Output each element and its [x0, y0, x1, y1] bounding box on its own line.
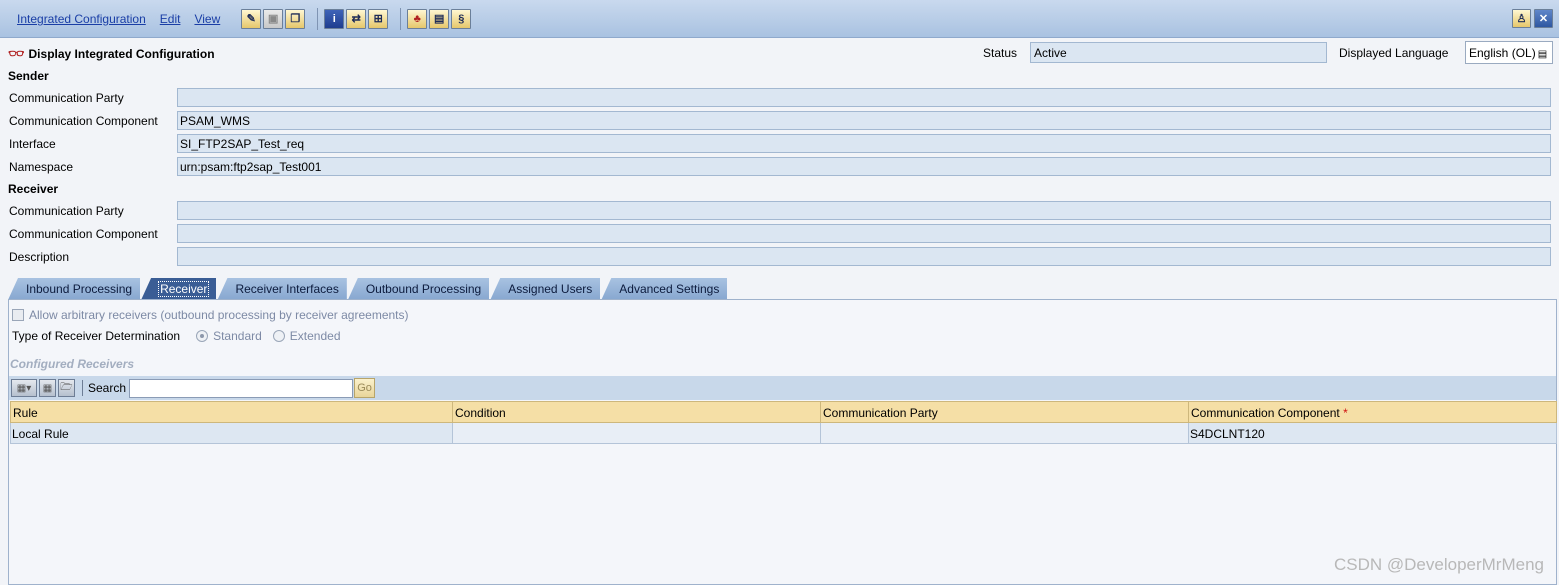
grid-toolbar: ▦▾ ▦ 🗁︎ Search Go: [9, 376, 1556, 400]
rule-cell[interactable]: Local Rule: [10, 422, 453, 444]
configured-receivers-table: Rule Condition Communication Party Commu…: [10, 401, 1557, 444]
search-label: Search: [88, 381, 127, 395]
extended-radio[interactable]: [272, 330, 285, 342]
menu-edit[interactable]: Edit: [160, 12, 181, 26]
watermark: CSDN @DeveloperMrMeng: [1334, 555, 1544, 574]
description-row: Description: [9, 246, 1551, 267]
save-icon[interactable]: ▣: [263, 8, 284, 29]
sender-party-field[interactable]: [177, 88, 1551, 107]
configured-receivers-title: Configured Receivers: [10, 357, 135, 371]
window-controls: ♙ ✕: [1512, 9, 1555, 28]
insert-row-icon[interactable]: ▦▾: [11, 379, 37, 397]
toolbar-group-edit: ✎ ▣ ❐: [241, 8, 307, 29]
receiver-tab-panel: Allow arbitrary receivers (outbound proc…: [8, 299, 1557, 585]
page-title: 👓︎ Display Integrated Configuration: [8, 46, 215, 62]
tab-strip: Inbound Processing Receiver Receiver Int…: [8, 278, 728, 300]
delete-row-icon[interactable]: ▦: [39, 379, 56, 397]
main-menu: Integrated Configuration Edit View: [10, 12, 227, 26]
column-header-communication-component[interactable]: Communication Component *: [1188, 401, 1557, 423]
party-cell[interactable]: [820, 422, 1189, 444]
field-label: Communication Component: [9, 113, 158, 128]
toolbar-separator: [317, 7, 319, 30]
history-icon[interactable]: §: [451, 8, 472, 29]
menu-integrated-configuration[interactable]: Integrated Configuration: [17, 12, 146, 26]
table-header-row: Rule Condition Communication Party Commu…: [10, 401, 1557, 423]
column-header-condition[interactable]: Condition: [452, 401, 821, 423]
receiver-component-row: Communication Component: [9, 223, 1551, 244]
sender-heading: Sender: [8, 69, 49, 83]
go-button[interactable]: Go: [354, 378, 376, 398]
determination-type-row: Type of Receiver Determination Standard …: [12, 329, 341, 343]
tab-assigned-users[interactable]: Assigned Users: [490, 278, 601, 300]
language-select[interactable]: English (OL) ▤: [1465, 41, 1553, 64]
sender-namespace-field[interactable]: urn:psam:ftp2sap_Test001: [177, 157, 1551, 176]
sender-interface-row: Interface SI_FTP2SAP_Test_req: [9, 133, 1551, 154]
field-label: Communication Party: [9, 90, 124, 105]
display-glasses-icon: 👓︎: [8, 46, 25, 61]
page-title-text: Display Integrated Configuration: [28, 47, 215, 61]
tab-advanced-settings[interactable]: Advanced Settings: [601, 278, 728, 300]
receiver-party-row: Communication Party: [9, 200, 1551, 221]
main-panel: 👓︎ Display Integrated Configuration Stat…: [0, 38, 1559, 585]
dropdown-icon: ▤: [1537, 49, 1548, 60]
allow-arbitrary-receivers-row: Allow arbitrary receivers (outbound proc…: [12, 308, 409, 322]
field-label: Description: [9, 249, 70, 264]
language-value: English (OL): [1469, 46, 1536, 60]
allow-arbitrary-label: Allow arbitrary receivers (outbound proc…: [29, 308, 409, 322]
field-label: Communication Party: [9, 203, 124, 218]
required-marker: *: [1343, 406, 1348, 420]
column-header-rule[interactable]: Rule: [10, 401, 453, 423]
status-field: Active: [1030, 42, 1327, 63]
tab-receiver[interactable]: Receiver: [141, 278, 217, 300]
edit-pencil-icon[interactable]: ✎: [241, 8, 262, 29]
hierarchy-icon[interactable]: ⊞: [368, 8, 389, 29]
toolbar-separator: [400, 7, 402, 30]
toolbar-separator: [82, 380, 83, 396]
status-label: Status: [983, 46, 1018, 60]
sender-interface-field[interactable]: SI_FTP2SAP_Test_req: [177, 134, 1551, 153]
sender-namespace-row: Namespace urn:psam:ftp2sap_Test001: [9, 156, 1551, 177]
open-folder-icon[interactable]: 🗁︎: [58, 379, 75, 397]
standard-radio[interactable]: [196, 330, 209, 342]
sender-component-field[interactable]: PSAM_WMS: [177, 111, 1551, 130]
menu-bar: Integrated Configuration Edit View ✎ ▣ ❐…: [0, 0, 1559, 38]
where-used-icon[interactable]: ⇄: [346, 8, 367, 29]
search-input[interactable]: [129, 378, 354, 398]
determination-label: Type of Receiver Determination: [12, 329, 181, 343]
component-cell[interactable]: S4DCLNT120: [1188, 422, 1557, 444]
field-label: Interface: [9, 136, 56, 151]
standard-label: Standard: [213, 329, 262, 343]
allow-arbitrary-checkbox[interactable]: [12, 309, 24, 321]
table-row[interactable]: Local Rule S4DCLNT120: [10, 422, 1557, 444]
info-icon[interactable]: i: [324, 8, 345, 29]
pin-icon[interactable]: ♙: [1512, 9, 1531, 28]
description-field[interactable]: [177, 247, 1551, 266]
tab-receiver-interfaces[interactable]: Receiver Interfaces: [217, 278, 347, 300]
field-label: Namespace: [9, 159, 74, 174]
test-configuration-icon[interactable]: ♣: [407, 8, 428, 29]
extended-label: Extended: [289, 329, 341, 343]
toolbar-group-misc: ♣ ▤ §: [407, 8, 473, 29]
receiver-component-field[interactable]: [177, 224, 1551, 243]
sender-component-row: Communication Component PSAM_WMS: [9, 110, 1551, 131]
column-header-communication-party[interactable]: Communication Party: [820, 401, 1189, 423]
field-label: Communication Component: [9, 226, 158, 241]
menu-view[interactable]: View: [194, 12, 220, 26]
copy-icon[interactable]: ❐: [285, 8, 306, 29]
receiver-party-field[interactable]: [177, 201, 1551, 220]
toolbar-group-info: i ⇄ ⊞: [324, 8, 390, 29]
tab-inbound-processing[interactable]: Inbound Processing: [8, 278, 141, 300]
language-label: Displayed Language: [1339, 46, 1449, 60]
condition-cell[interactable]: [452, 422, 821, 444]
close-icon[interactable]: ✕: [1534, 9, 1553, 28]
table-view-icon[interactable]: ▤: [429, 8, 450, 29]
receiver-heading: Receiver: [8, 182, 59, 196]
tab-outbound-processing[interactable]: Outbound Processing: [347, 278, 490, 300]
sender-party-row: Communication Party: [9, 87, 1551, 108]
